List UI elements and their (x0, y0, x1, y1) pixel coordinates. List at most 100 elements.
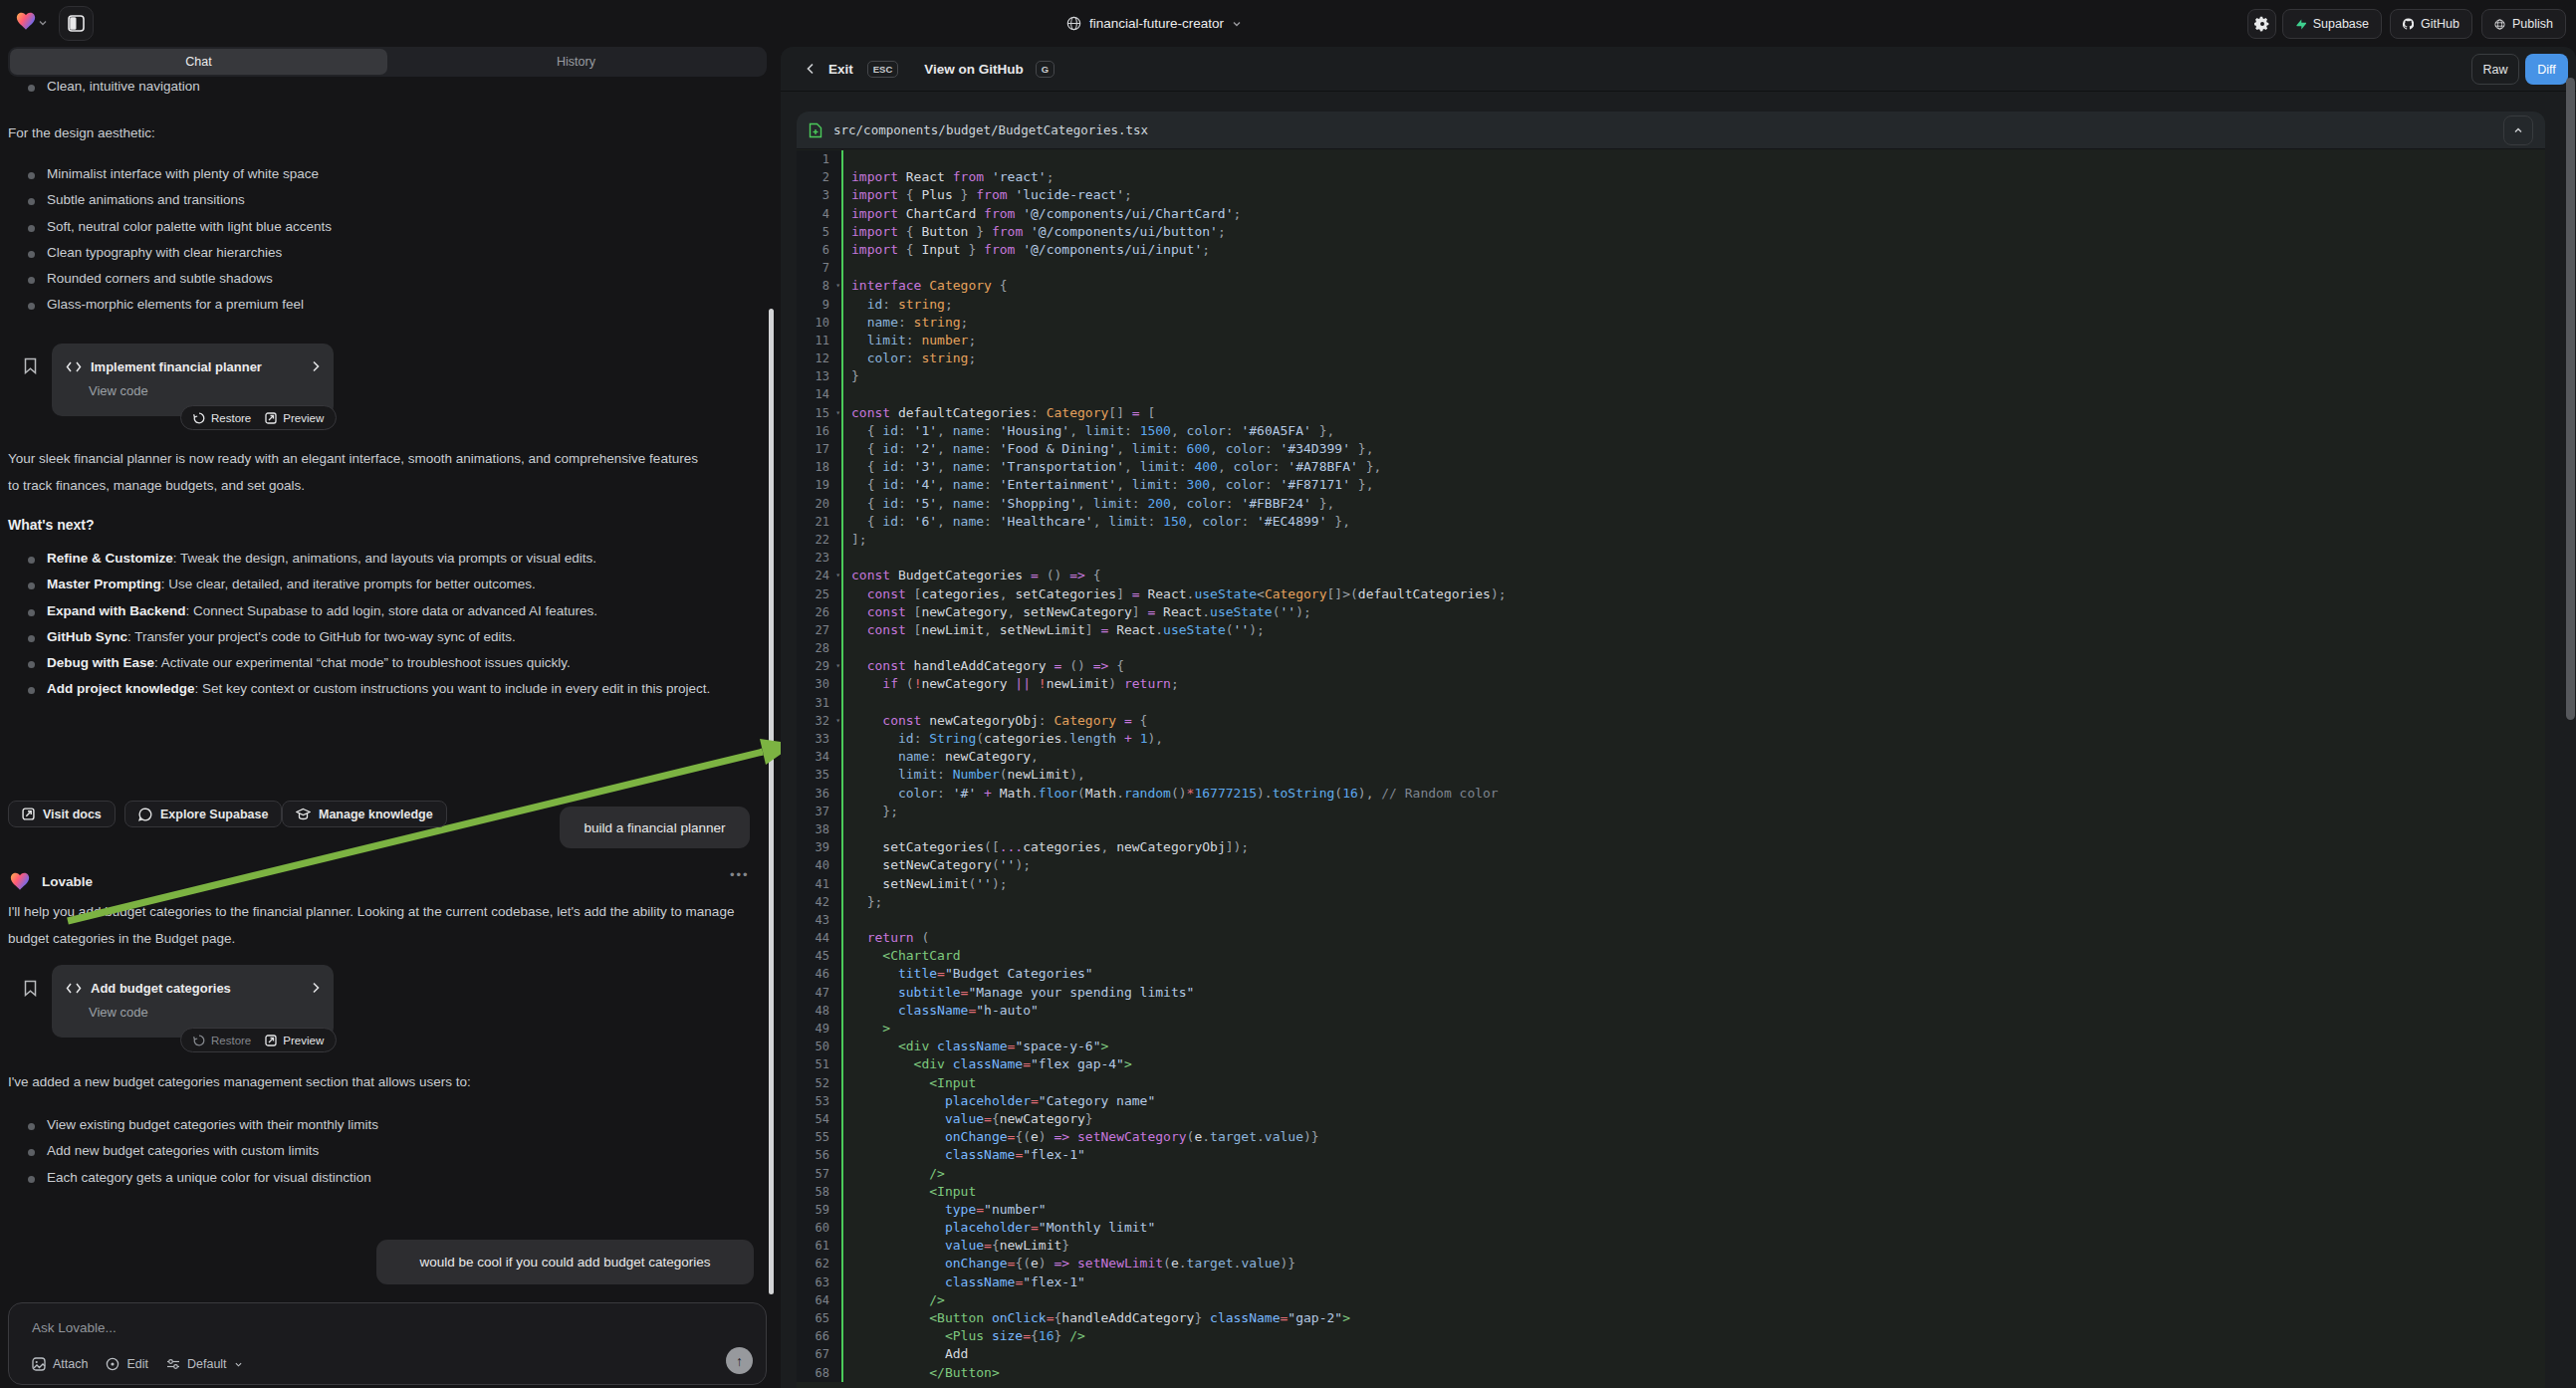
supabase-icon (2295, 17, 2306, 32)
lovable-logo[interactable] (16, 12, 36, 31)
code-line: 5import { Button } from '@/components/ui… (797, 223, 2545, 241)
code-line: 22]; (797, 531, 2545, 549)
user-message-bubble: build a financial planner (560, 807, 750, 848)
code-line: 36 color: '#' + Math.floor(Math.random()… (797, 785, 2545, 803)
code-line: 59 type="number" (797, 1201, 2545, 1219)
code-line: 47 subtitle="Manage your spending limits… (797, 984, 2545, 1002)
tab-history[interactable]: History (387, 49, 765, 75)
chevron-right-icon (312, 360, 320, 372)
view-code-link[interactable]: View code (89, 383, 320, 398)
list-item: GitHub Sync: Transfer your project's cod… (8, 624, 765, 650)
project-name: financial-future-creator (1089, 16, 1224, 31)
code-line: 15▾const defaultCategories: Category[] =… (797, 404, 2545, 422)
restore-label: Restore (211, 412, 251, 424)
fold-chevron-icon[interactable]: ▾ (835, 657, 840, 675)
preview-button[interactable]: Preview (265, 1035, 324, 1046)
chat-panel: Chat History Clean, intuitive navigation… (0, 47, 781, 1388)
code-line: 58 <Input (797, 1183, 2545, 1201)
restore-label: Restore (211, 1035, 251, 1046)
github-button[interactable]: GitHub (2390, 9, 2472, 39)
publish-label: Publish (2512, 17, 2553, 31)
view-on-github-button[interactable]: View on GitHub (924, 62, 1024, 77)
explore-supabase-button[interactable]: Explore Supabase (124, 801, 282, 827)
preview-button[interactable]: Preview (265, 412, 324, 424)
button-label: Explore Supabase (160, 808, 268, 821)
restore-icon (193, 1035, 205, 1046)
restore-button[interactable]: Restore (193, 412, 251, 424)
code-line: 44 return ( (797, 929, 2545, 947)
assistant-message: I'll help you add budget categories to t… (8, 898, 750, 952)
attach-label: Attach (53, 1357, 88, 1371)
send-button[interactable]: ↑ (726, 1347, 753, 1374)
code-line: 57 /> (797, 1165, 2545, 1183)
chat-input-box[interactable]: Ask Lovable... Attach Edit Default ↑ (8, 1302, 767, 1385)
collapse-file-button[interactable] (2503, 116, 2533, 145)
user-message-text: would be cool if you could add budget ca… (420, 1255, 711, 1270)
code-line: 7 (797, 259, 2545, 277)
diff-button[interactable]: Diff (2525, 54, 2568, 85)
sidebar-toggle-button[interactable] (59, 6, 94, 41)
code-line: 53 placeholder="Category name" (797, 1092, 2545, 1110)
code-line: 40 setNewCategory(''); (797, 856, 2545, 874)
code-line: 63 className="flex-1" (797, 1273, 2545, 1291)
file-diff-container: src/components/budget/BudgetCategories.t… (797, 112, 2545, 1388)
supabase-button[interactable]: Supabase (2282, 9, 2382, 39)
fold-chevron-icon[interactable]: ▾ (835, 277, 840, 295)
file-header[interactable]: src/components/budget/BudgetCategories.t… (797, 112, 2545, 149)
code-line: 51 <div className="flex gap-4"> (797, 1055, 2545, 1073)
bookmark-icon[interactable] (24, 357, 37, 374)
mode-select[interactable]: Default (166, 1357, 243, 1371)
code-body[interactable]: 12import React from 'react';3import { Pl… (797, 150, 2545, 1388)
message-menu-button[interactable]: ••• (730, 867, 750, 882)
raw-button[interactable]: Raw (2471, 54, 2519, 85)
version-actions: Restore Preview (180, 405, 337, 430)
list-item: Debug with Ease: Activate our experiment… (8, 650, 765, 676)
project-menu[interactable]: financial-future-creator (1066, 0, 1242, 47)
exit-button[interactable]: Exit (828, 62, 853, 77)
list-item: Subtle animations and transitions (8, 187, 332, 213)
chat-scrollbar[interactable] (769, 309, 774, 1294)
code-line: 55 onChange={(e) => setNewCategory(e.tar… (797, 1128, 2545, 1146)
code-line: 4import ChartCard from '@/components/ui/… (797, 205, 2545, 223)
file-added-icon (809, 122, 822, 138)
attach-image-icon (32, 1357, 46, 1371)
list-item: Clean typography with clear hierarchies (8, 240, 332, 266)
chevron-left-icon (807, 63, 815, 75)
list-item: Master Prompting: Use clear, detailed, a… (8, 572, 765, 597)
code-line: 60 placeholder="Monthly limit" (797, 1219, 2545, 1237)
design-heading: For the design aesthetic: (8, 119, 155, 146)
restore-button[interactable]: Restore (193, 1035, 251, 1046)
code-line: 8▾interface Category { (797, 277, 2545, 295)
file-path: src/components/budget/BudgetCategories.t… (833, 122, 1148, 137)
fold-chevron-icon[interactable]: ▾ (835, 712, 840, 730)
code-toolbar: Exit ESC View on GitHub G (781, 47, 2576, 92)
code-line: 41 setNewLimit(''); (797, 875, 2545, 893)
top-bar: financial-future-creator Supabase GitHub… (0, 0, 2576, 47)
chevron-up-icon (2512, 126, 2524, 134)
code-line: 28 (797, 639, 2545, 657)
tab-chat[interactable]: Chat (10, 49, 387, 75)
settings-button[interactable] (2247, 9, 2276, 39)
code-icon (66, 361, 82, 372)
code-line: 32▾ const newCategoryObj: Category = { (797, 712, 2545, 730)
manage-knowledge-button[interactable]: Manage knowledge (282, 801, 447, 827)
bookmark-icon[interactable] (24, 980, 37, 997)
code-line: 61 value={newLimit} (797, 1237, 2545, 1255)
fold-chevron-icon[interactable]: ▾ (835, 567, 840, 584)
fold-chevron-icon[interactable]: ▾ (835, 404, 840, 422)
code-scrollbar[interactable] (2566, 78, 2575, 720)
lovable-heart-icon (10, 872, 30, 891)
list-item: Soft, neutral color palette with light b… (8, 214, 332, 240)
code-line: 12 color: string; (797, 349, 2545, 367)
edit-button[interactable]: Edit (106, 1357, 148, 1371)
version-card-title: Add budget categories (91, 981, 231, 996)
code-line: 67 Add (797, 1345, 2545, 1363)
logo-chevron-icon[interactable] (38, 19, 48, 27)
user-message-text: build a financial planner (585, 820, 726, 835)
publish-button[interactable]: Publish (2481, 9, 2566, 39)
view-code-link[interactable]: View code (89, 1005, 320, 1020)
edit-target-icon (106, 1357, 119, 1371)
attach-button[interactable]: Attach (32, 1357, 88, 1371)
visit-docs-button[interactable]: Visit docs (8, 801, 116, 827)
knowledge-icon (296, 808, 311, 821)
